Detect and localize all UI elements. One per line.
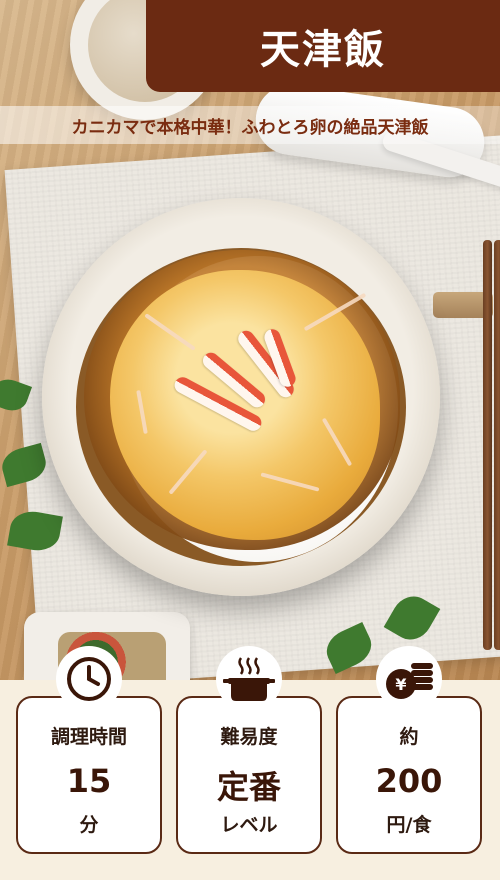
coins-yen-icon: ¥ xyxy=(376,646,442,712)
card-label: 調理時間 xyxy=(50,726,127,748)
cooking-time-card: 調理時間 15 分 xyxy=(16,696,162,854)
chopstick xyxy=(483,240,492,650)
card-label: 難易度 xyxy=(220,726,278,748)
card-unit: 分 xyxy=(79,814,99,836)
dish-photo xyxy=(0,0,500,680)
cost-card: 約 200 円/食 xyxy=(336,696,482,854)
card-unit: 円/食 xyxy=(386,814,432,836)
card-unit: レベル xyxy=(220,814,278,836)
page-title: 天津飯 xyxy=(260,27,386,73)
title-banner: 天津飯 xyxy=(146,0,500,92)
card-value: 200 xyxy=(375,762,443,800)
card-label: 約 xyxy=(399,726,419,748)
card-value: 定番 xyxy=(216,768,281,806)
card-value: 15 xyxy=(66,762,112,800)
subtitle: カニカマで本格中華！ふわとろ卵の絶品天津飯 xyxy=(71,117,429,138)
cooking-pot-icon xyxy=(216,646,282,712)
chopstick xyxy=(494,240,500,650)
svg-text:¥: ¥ xyxy=(395,675,406,694)
clock-icon xyxy=(56,646,122,712)
subtitle-strip: カニカマで本格中華！ふわとろ卵の絶品天津飯 xyxy=(0,106,500,144)
difficulty-card: 難易度 定番 レベル xyxy=(176,696,322,854)
recipe-card: 天津飯 カニカマで本格中華！ふわとろ卵の絶品天津飯 調理時間 15 分 難易度 … xyxy=(0,0,500,880)
